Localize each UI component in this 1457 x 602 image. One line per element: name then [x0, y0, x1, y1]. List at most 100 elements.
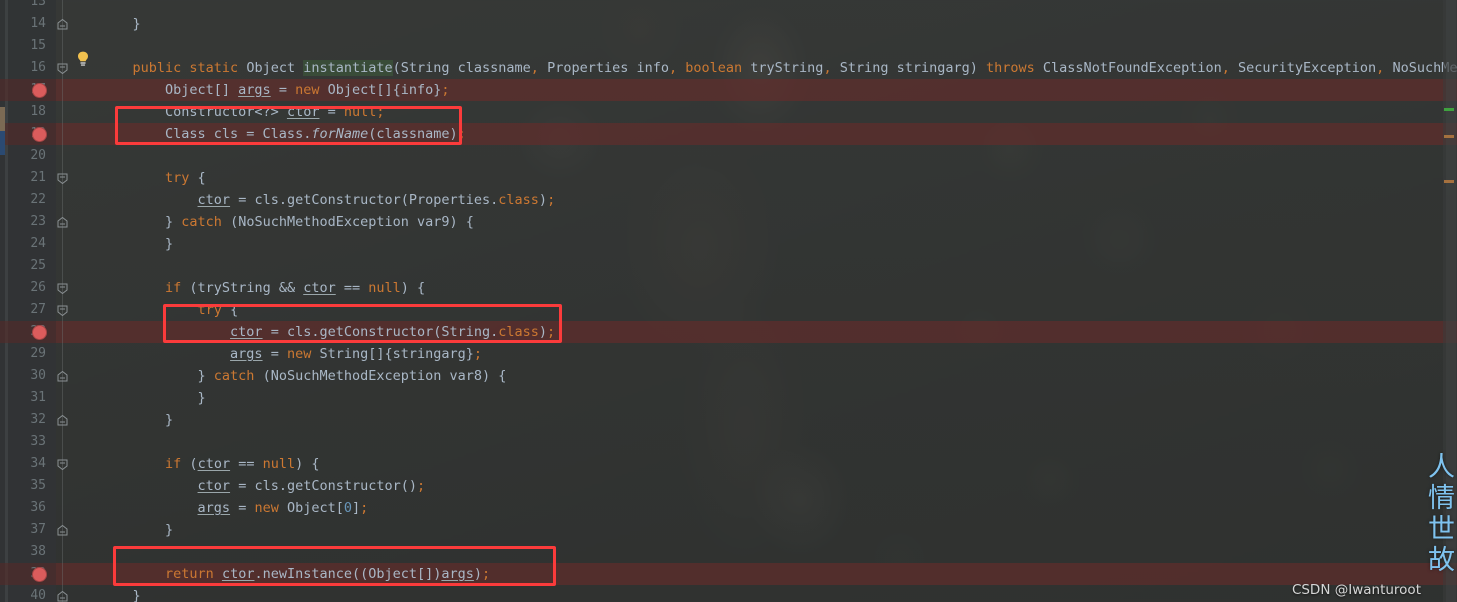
code-text[interactable]: ctor = cls.getConstructor(Properties.cla…	[100, 189, 556, 211]
code-fold-marker[interactable]	[57, 525, 68, 536]
code-line[interactable]: 14 }	[0, 13, 1457, 35]
code-token: Object[]	[100, 82, 239, 98]
code-token: args	[230, 346, 263, 362]
code-token: (tryString &&	[189, 280, 304, 296]
code-token: )	[538, 192, 548, 208]
code-text[interactable]: if (ctor == null) {	[100, 453, 319, 475]
code-token: String stringarg)	[839, 60, 987, 76]
code-token: (String classname	[392, 60, 531, 76]
code-token: class	[498, 192, 539, 208]
code-fold-marker[interactable]	[57, 173, 68, 184]
code-token: Object[]{info}	[327, 82, 442, 98]
code-text[interactable]: }	[100, 233, 173, 255]
code-text[interactable]: }	[100, 13, 141, 35]
code-text[interactable]: args = new String[]{stringarg};	[100, 343, 482, 365]
code-line[interactable]: 20	[0, 145, 1457, 167]
code-text[interactable]: }	[100, 585, 141, 602]
code-token: ctor	[197, 478, 231, 494]
code-line[interactable]: 37 }	[0, 519, 1457, 541]
green-mark[interactable]	[1444, 108, 1454, 111]
code-line[interactable]: 27 try {	[0, 299, 1457, 321]
code-fold-marker[interactable]	[57, 591, 68, 602]
code-line[interactable]: 25	[0, 255, 1457, 277]
code-token: ;	[457, 126, 466, 142]
code-surface[interactable]: 13 14 } 15 16 public static Object instanti…	[0, 0, 1457, 602]
breakpoint-indicator[interactable]	[32, 567, 47, 582]
code-text[interactable]: try {	[100, 299, 239, 321]
code-text[interactable]: } catch (NoSuchMethodException var9) {	[100, 211, 474, 233]
code-line[interactable]: 17 Object[] args = new Object[]{info};	[0, 79, 1457, 101]
csdn-watermark: CSDN @Iwanturoot	[1291, 582, 1421, 598]
code-text[interactable]: Constructor<?> ctor = null;	[100, 101, 384, 123]
code-fold-marker[interactable]	[57, 283, 68, 294]
code-line[interactable]: 16 public static Object instantiate(Stri…	[0, 57, 1457, 79]
code-line[interactable]: 26 if (tryString && ctor == null) {	[0, 277, 1457, 299]
code-token: =	[262, 346, 287, 362]
code-line[interactable]: 39 return ctor.newInstance((Object[])arg…	[0, 563, 1457, 585]
code-fold-marker[interactable]	[57, 63, 68, 74]
lightbulb-icon[interactable]	[76, 51, 90, 71]
code-line[interactable]: 23 } catch (NoSuchMethodException var9) …	[0, 211, 1457, 233]
code-fold-marker[interactable]	[57, 371, 68, 382]
code-token: ;	[482, 566, 491, 582]
code-line[interactable]: 38	[0, 541, 1457, 563]
code-token: 0	[343, 500, 353, 516]
code-line[interactable]: 31 }	[0, 387, 1457, 409]
code-line[interactable]: 36 args = new Object[0];	[0, 497, 1457, 519]
code-line[interactable]: 19 Class cls = Class.forName(classname);	[0, 123, 1457, 145]
code-text[interactable]: ctor = cls.getConstructor();	[100, 475, 426, 497]
code-text[interactable]: return ctor.newInstance((Object[])args);	[100, 563, 490, 585]
code-text[interactable]: }	[100, 387, 206, 409]
code-token: String[]{stringarg}	[319, 346, 474, 362]
code-text[interactable]: }	[100, 519, 173, 541]
code-token: }	[100, 588, 141, 602]
code-line[interactable]: 34 if (ctor == null) {	[0, 453, 1457, 475]
code-text[interactable]: public static Object instantiate(String …	[100, 57, 1457, 79]
code-token: .newInstance((Object[])	[254, 566, 442, 582]
code-fold-marker[interactable]	[57, 305, 68, 316]
code-token: null	[262, 456, 296, 472]
orange-mark-1[interactable]	[1444, 135, 1454, 138]
code-line[interactable]: 24 }	[0, 233, 1457, 255]
code-text[interactable]: try {	[100, 167, 206, 189]
code-text[interactable]: ctor = cls.getConstructor(String.class);	[100, 321, 555, 343]
code-line[interactable]: 30 } catch (NoSuchMethodException var8) …	[0, 365, 1457, 387]
code-line[interactable]: 40 }	[0, 585, 1457, 602]
breakpoint-indicator[interactable]	[32, 325, 47, 340]
code-line[interactable]: 22 ctor = cls.getConstructor(Properties.…	[0, 189, 1457, 211]
code-line[interactable]: 15	[0, 35, 1457, 57]
code-token: Class cls = Class.	[100, 126, 312, 142]
code-line[interactable]: 18 Constructor<?> ctor = null;	[0, 101, 1457, 123]
code-fold-marker[interactable]	[57, 459, 68, 470]
code-text[interactable]: Object[] args = new Object[]{info};	[100, 79, 450, 101]
code-text[interactable]: } catch (NoSuchMethodException var8) {	[100, 365, 507, 387]
code-token: ctor	[197, 456, 231, 472]
code-fold-marker[interactable]	[57, 415, 68, 426]
code-token: }	[100, 390, 206, 406]
orange-mark-2[interactable]	[1444, 180, 1454, 183]
code-line[interactable]: 29 args = new String[]{stringarg};	[0, 343, 1457, 365]
line-number: 22	[30, 192, 46, 207]
line-number: 15	[30, 38, 46, 53]
code-fold-marker[interactable]	[57, 217, 68, 228]
code-line[interactable]: 32 }	[0, 409, 1457, 431]
code-text[interactable]: args = new Object[0];	[100, 497, 369, 519]
code-token: =	[270, 82, 296, 98]
code-line[interactable]: 21 try {	[0, 167, 1457, 189]
code-token: ,	[1376, 60, 1393, 76]
code-text[interactable]: if (tryString && ctor == null) {	[100, 277, 425, 299]
code-text[interactable]: }	[100, 409, 173, 431]
code-fold-marker[interactable]	[57, 19, 68, 30]
breakpoint-indicator[interactable]	[32, 127, 47, 142]
code-line[interactable]: 33	[0, 431, 1457, 453]
code-line[interactable]: 13	[0, 0, 1457, 13]
code-editor[interactable]: 13 14 } 15 16 public static Object instanti…	[0, 0, 1457, 602]
breakpoint-indicator[interactable]	[32, 83, 47, 98]
code-token: =	[230, 500, 255, 516]
code-token: ctor	[230, 324, 263, 340]
code-text[interactable]: Class cls = Class.forName(classname);	[100, 123, 466, 145]
code-line[interactable]: 35 ctor = cls.getConstructor();	[0, 475, 1457, 497]
code-line[interactable]: 28 ctor = cls.getConstructor(String.clas…	[0, 321, 1457, 343]
